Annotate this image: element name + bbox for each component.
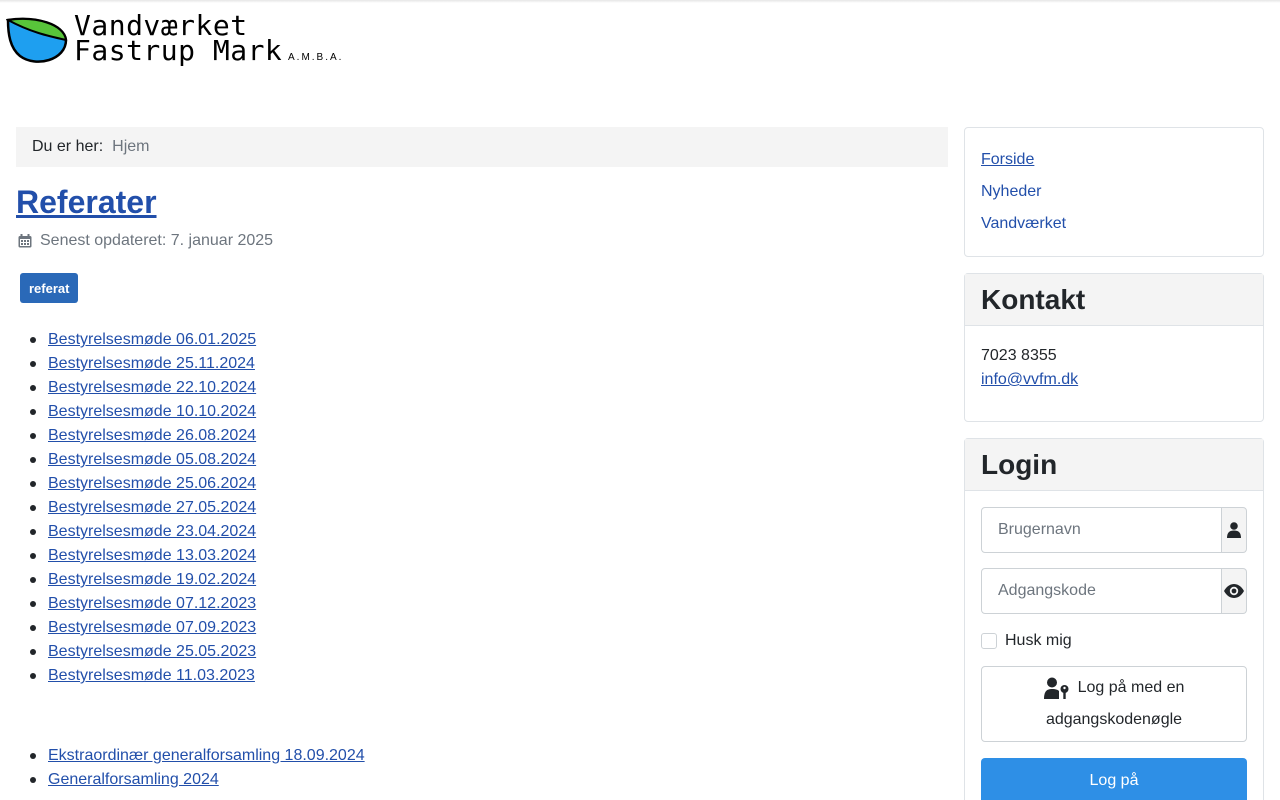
page-title[interactable]: Referater [16, 183, 157, 221]
assembly-list: Ekstraordinær generalforsamling 18.09.20… [30, 744, 365, 792]
top-shadow [0, 0, 1280, 3]
username-group [981, 507, 1247, 553]
login-form: Husk mig Log på med en adgangskodenøgle … [965, 491, 1263, 800]
list-item: Bestyrelsesmøde 05.08.2024 [29, 448, 256, 472]
minutes-link[interactable]: Bestyrelsesmøde 23.04.2024 [48, 523, 256, 540]
minutes-list: Bestyrelsesmøde 06.01.2025 Bestyrelsesmø… [29, 328, 256, 688]
list-item: Bestyrelsesmøde 13.03.2024 [29, 544, 256, 568]
leaf-logo-icon [6, 17, 68, 63]
breadcrumb: Du er her: Hjem [16, 127, 948, 167]
logo-line2: Fastrup Mark [74, 34, 283, 67]
minutes-link[interactable]: Bestyrelsesmøde 05.08.2024 [48, 451, 256, 468]
minutes-link[interactable]: Bestyrelsesmøde 11.03.2023 [48, 667, 255, 684]
minutes-link[interactable]: Bestyrelsesmøde 25.06.2024 [48, 475, 256, 492]
nav-item-forside[interactable]: Forside [981, 148, 1247, 180]
list-item: Bestyrelsesmøde 25.11.2024 [29, 352, 256, 376]
minutes-link[interactable]: Bestyrelsesmøde 22.10.2024 [48, 379, 256, 396]
contact-email-link[interactable]: info@vvfm.dk [981, 371, 1078, 388]
username-input[interactable] [981, 507, 1222, 553]
tag-referat[interactable]: referat [20, 273, 79, 303]
list-item: Bestyrelsesmøde 19.02.2024 [29, 568, 256, 592]
minutes-link[interactable]: Bestyrelsesmøde 19.02.2024 [48, 571, 256, 588]
passkey-login-button[interactable]: Log på med en adgangskodenøgle [981, 666, 1247, 742]
nav-item-nyheder[interactable]: Nyheder [981, 180, 1247, 212]
article-meta: Senest opdateret: 7. januar 2025 [18, 231, 273, 251]
remember-label: Husk mig [1005, 632, 1072, 649]
login-submit-button[interactable]: Log på [981, 758, 1247, 800]
minutes-link[interactable]: Bestyrelsesmøde 25.05.2023 [48, 643, 256, 660]
minutes-link[interactable]: Bestyrelsesmøde 10.10.2024 [48, 403, 256, 420]
user-key-icon [1043, 677, 1069, 699]
contact-phone: 7023 8355 [981, 347, 1057, 364]
list-item: Generalforsamling 2024 [30, 768, 365, 792]
updated-date: Senest opdateret: 7. januar 2025 [40, 232, 274, 249]
calendar-icon [18, 234, 32, 248]
login-card: Login Husk mig [964, 438, 1264, 800]
sidebar-nav: Forside Nyheder Vandværket [964, 127, 1264, 257]
remember-checkbox[interactable] [981, 633, 997, 649]
list-item: Bestyrelsesmøde 25.06.2024 [29, 472, 256, 496]
password-input[interactable] [981, 568, 1222, 614]
list-item: Bestyrelsesmøde 06.01.2025 [29, 328, 256, 352]
minutes-link[interactable]: Bestyrelsesmøde 06.01.2025 [48, 331, 256, 348]
contact-card: Kontakt 7023 8355 info@vvfm.dk [964, 273, 1264, 422]
nav-item-vandvaerket[interactable]: Vandværket [981, 212, 1247, 244]
minutes-link[interactable]: Bestyrelsesmøde 26.08.2024 [48, 427, 256, 444]
minutes-link[interactable]: Bestyrelsesmøde 07.09.2023 [48, 619, 256, 636]
contact-body: 7023 8355 info@vvfm.dk [965, 326, 1263, 410]
logo-suffix: A.M.B.A. [288, 52, 344, 63]
list-item: Ekstraordinær generalforsamling 18.09.20… [30, 744, 365, 768]
contact-title: Kontakt [965, 274, 1263, 326]
assembly-link[interactable]: Generalforsamling 2024 [48, 771, 219, 788]
user-icon [1222, 507, 1247, 553]
list-item: Bestyrelsesmøde 07.12.2023 [29, 592, 256, 616]
eye-icon[interactable] [1222, 568, 1247, 614]
list-item: Bestyrelsesmøde 23.04.2024 [29, 520, 256, 544]
minutes-link[interactable]: Bestyrelsesmøde 13.03.2024 [48, 547, 256, 564]
password-group [981, 568, 1247, 614]
minutes-link[interactable]: Bestyrelsesmøde 25.11.2024 [48, 355, 255, 372]
list-item: Bestyrelsesmøde 25.05.2023 [29, 640, 256, 664]
list-item: Bestyrelsesmøde 27.05.2024 [29, 496, 256, 520]
remember-me[interactable]: Husk mig [981, 629, 1247, 653]
list-item: Bestyrelsesmøde 10.10.2024 [29, 400, 256, 424]
assembly-link[interactable]: Ekstraordinær generalforsamling 18.09.20… [48, 747, 365, 764]
list-item: Bestyrelsesmøde 11.03.2023 [29, 664, 256, 688]
list-item: Bestyrelsesmøde 26.08.2024 [29, 424, 256, 448]
minutes-link[interactable]: Bestyrelsesmøde 27.05.2024 [48, 499, 256, 516]
list-item: Bestyrelsesmøde 22.10.2024 [29, 376, 256, 400]
site-logo[interactable]: Vandværket Fastrup Mark A.M.B.A. [6, 12, 346, 72]
breadcrumb-item-home: Hjem [112, 138, 150, 155]
minutes-link[interactable]: Bestyrelsesmøde 07.12.2023 [48, 595, 256, 612]
breadcrumb-label: Du er her: [32, 138, 104, 155]
list-item: Bestyrelsesmøde 07.09.2023 [29, 616, 256, 640]
login-title: Login [965, 439, 1263, 491]
